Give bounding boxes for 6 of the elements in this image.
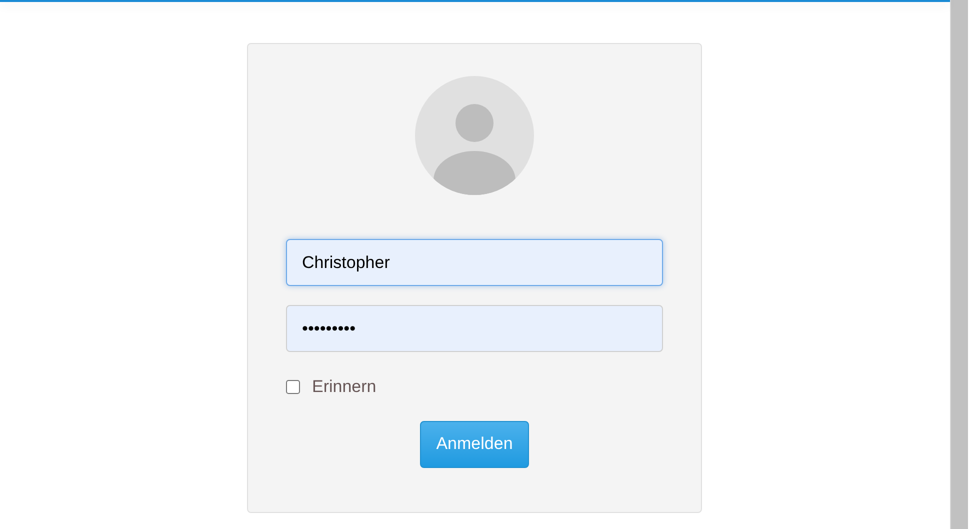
username-field[interactable]: Christopher [286,239,663,286]
remember-label: Erinnern [312,376,376,398]
remember-checkbox[interactable] [286,380,300,394]
password-field[interactable]: ••••••••• [286,305,663,352]
user-avatar-icon [415,76,534,195]
scrollbar[interactable] [950,0,968,529]
